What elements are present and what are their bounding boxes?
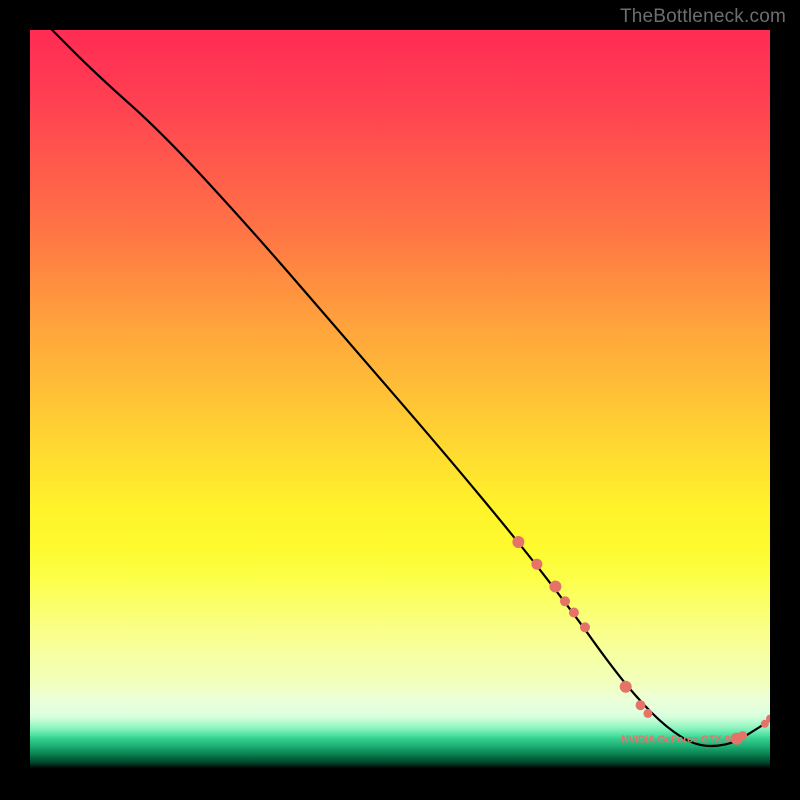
chart-stage: TheBottleneck.com NVIDIA GeForce GTX 860: [0, 0, 800, 800]
curve-marker: [643, 709, 652, 718]
plot-area: NVIDIA GeForce GTX 860: [30, 30, 770, 772]
curve-marker: [512, 536, 524, 548]
curve-marker: [636, 700, 646, 710]
curve-marker: [766, 715, 770, 723]
curve-marker: [761, 720, 769, 728]
curve-marker: [580, 622, 590, 632]
curve-marker: [560, 596, 570, 606]
curve-marker: [549, 581, 561, 593]
curve-marker: [531, 559, 542, 570]
series-label: NVIDIA GeForce GTX 860: [621, 734, 741, 745]
bottleneck-curve: [52, 30, 770, 746]
curve-marker: [620, 681, 632, 693]
watermark-text: TheBottleneck.com: [620, 6, 786, 28]
curve-svg: NVIDIA GeForce GTX 860: [30, 30, 770, 772]
curve-marker: [731, 733, 743, 745]
curve-marker: [738, 731, 747, 740]
curve-markers: [512, 536, 770, 745]
curve-marker: [569, 608, 579, 618]
